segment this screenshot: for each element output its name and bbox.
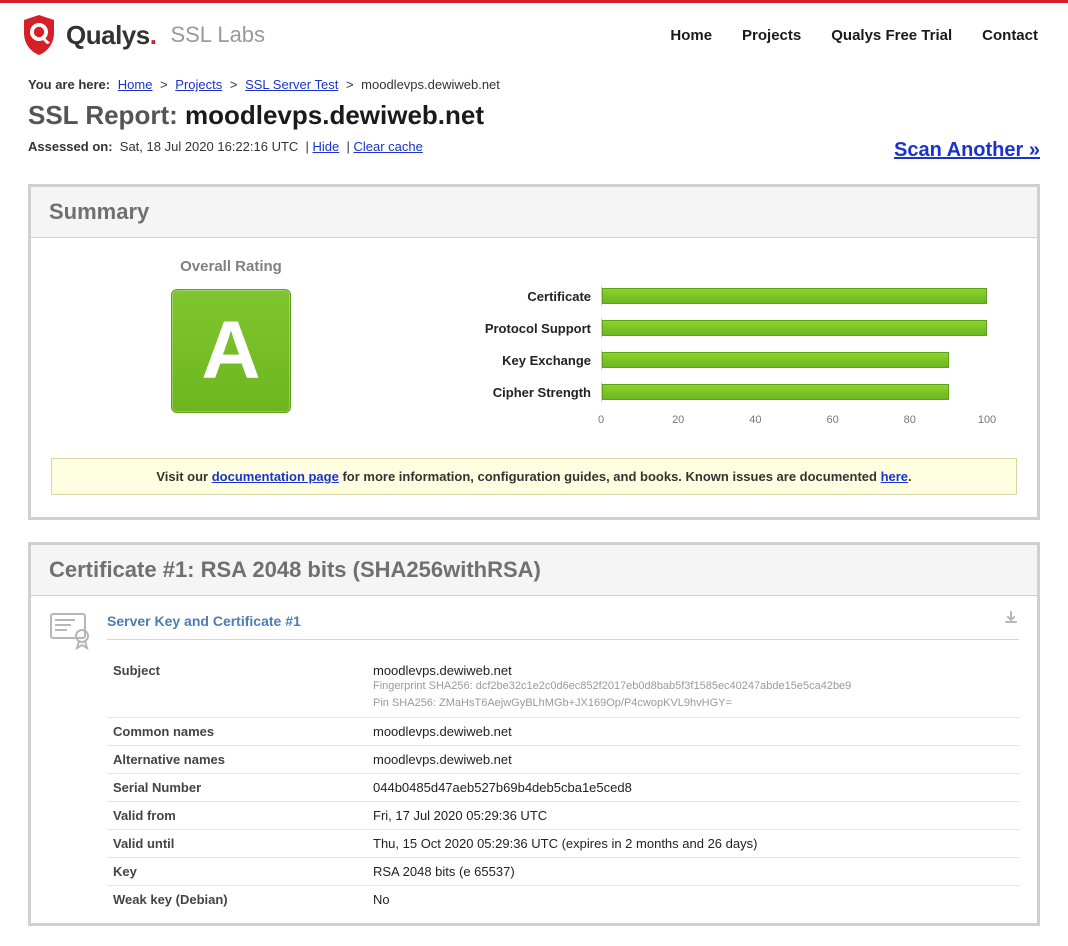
hide-link[interactable]: Hide: [313, 139, 340, 154]
subject-label: Subject: [107, 657, 367, 718]
brand-qualys: Qualys.: [66, 20, 156, 51]
alt-names-label: Alternative names: [107, 746, 367, 774]
nav-projects[interactable]: Projects: [742, 27, 801, 44]
crumb-ssl-test[interactable]: SSL Server Test: [245, 77, 338, 92]
table-row: Serial Number 044b0485d47aeb527b69b4deb5…: [107, 774, 1019, 802]
common-names-value: moodlevps.dewiweb.net: [367, 718, 1019, 746]
score-bar-track: [601, 286, 987, 306]
certificate-panel: Certificate #1: RSA 2048 bits (SHA256wit…: [28, 542, 1040, 926]
score-bar-track: [601, 318, 987, 338]
table-row: Alternative names moodlevps.dewiweb.net: [107, 746, 1019, 774]
grade-badge: A: [171, 289, 291, 413]
assessed-info: Assessed on: Sat, 18 Jul 2020 16:22:16 U…: [28, 139, 423, 154]
score-bar-label: Key Exchange: [441, 353, 601, 368]
serial-label: Serial Number: [107, 774, 367, 802]
valid-until-value: Thu, 15 Oct 2020 05:29:36 UTC (expires i…: [367, 830, 1019, 858]
score-bar-track: [601, 382, 987, 402]
axis-tick: 100: [978, 414, 996, 426]
score-bar-track: [601, 350, 987, 370]
overall-rating: Overall Rating A: [51, 258, 411, 413]
subject-pin: Pin SHA256: ZMaHsT6AejwGyBLhMGb+JX169Op/…: [373, 695, 1013, 712]
key-label: Key: [107, 858, 367, 886]
info-banner: Visit our documentation page for more in…: [51, 458, 1017, 495]
clear-cache-link[interactable]: Clear cache: [353, 139, 422, 154]
doc-page-link[interactable]: documentation page: [212, 469, 339, 484]
qualys-shield-icon: [20, 13, 58, 57]
assessed-label: Assessed on:: [28, 139, 113, 154]
crumb-current: moodlevps.dewiweb.net: [361, 77, 500, 92]
nav-trial[interactable]: Qualys Free Trial: [831, 27, 952, 44]
axis-tick: 60: [826, 414, 838, 426]
logo-area[interactable]: Qualys. SSL Labs: [20, 13, 265, 57]
brand-ssllabs: SSL Labs: [170, 22, 265, 48]
breadcrumb: You are here: Home > Projects > SSL Serv…: [28, 77, 1040, 92]
key-value: RSA 2048 bits (e 65537): [367, 858, 1019, 886]
weak-key-value: No: [367, 886, 1019, 914]
score-bars: Certificate Protocol Support Key Exchange C…: [441, 258, 1017, 432]
scan-another-link[interactable]: Scan Another »: [894, 139, 1040, 162]
summary-header: Summary: [31, 187, 1037, 238]
common-names-label: Common names: [107, 718, 367, 746]
nav-contact[interactable]: Contact: [982, 27, 1038, 44]
nav-home[interactable]: Home: [670, 27, 712, 44]
axis-tick: 20: [672, 414, 684, 426]
alt-names-value: moodlevps.dewiweb.net: [367, 746, 1019, 774]
table-row: Valid until Thu, 15 Oct 2020 05:29:36 UT…: [107, 830, 1019, 858]
weak-key-label: Weak key (Debian): [107, 886, 367, 914]
report-host: moodlevps.dewiweb.net: [185, 100, 484, 130]
breadcrumb-label: You are here:: [28, 77, 110, 92]
score-bar-fill: [602, 320, 987, 336]
crumb-projects[interactable]: Projects: [175, 77, 222, 92]
valid-until-label: Valid until: [107, 830, 367, 858]
score-bar-row: Cipher Strength: [441, 382, 987, 402]
visit-pre: Visit our: [156, 469, 211, 484]
valid-from-value: Fri, 17 Jul 2020 05:29:36 UTC: [367, 802, 1019, 830]
axis-tick: 40: [749, 414, 761, 426]
certificate-header: Certificate #1: RSA 2048 bits (SHA256wit…: [31, 545, 1037, 596]
report-prefix: SSL Report:: [28, 100, 185, 130]
subject-fingerprint: Fingerprint SHA256: dcf2be32c1e2c0d6ec85…: [373, 678, 1013, 695]
axis-tick: 0: [598, 414, 604, 426]
summary-panel: Summary Overall Rating A Certificate Prot…: [28, 184, 1040, 520]
crumb-home[interactable]: Home: [118, 77, 153, 92]
chart-axis: 020406080100: [601, 414, 987, 432]
score-bar-row: Key Exchange: [441, 350, 987, 370]
table-row: Common names moodlevps.dewiweb.net: [107, 718, 1019, 746]
top-nav: Home Projects Qualys Free Trial Contact: [670, 27, 1038, 44]
valid-from-label: Valid from: [107, 802, 367, 830]
score-bar-label: Cipher Strength: [441, 385, 601, 400]
certificate-table: Subject moodlevps.dewiweb.net Fingerprin…: [107, 657, 1019, 913]
visit-end: .: [908, 469, 912, 484]
score-bar-label: Certificate: [441, 289, 601, 304]
table-row: Valid from Fri, 17 Jul 2020 05:29:36 UTC: [107, 802, 1019, 830]
serial-value: 044b0485d47aeb527b69b4deb5cba1e5ced8: [367, 774, 1019, 802]
table-row: Key RSA 2048 bits (e 65537): [107, 858, 1019, 886]
score-bar-row: Protocol Support: [441, 318, 987, 338]
grade-letter: A: [201, 310, 260, 392]
page-title: SSL Report: moodlevps.dewiweb.net: [28, 100, 1040, 131]
visit-mid: for more information, configuration guid…: [339, 469, 881, 484]
overall-rating-label: Overall Rating: [51, 258, 411, 275]
table-row: Weak key (Debian) No: [107, 886, 1019, 914]
score-bar-row: Certificate: [441, 286, 987, 306]
assessed-time: Sat, 18 Jul 2020 16:22:16 UTC: [120, 139, 299, 154]
score-bar-fill: [602, 384, 949, 400]
score-bar-fill: [602, 352, 949, 368]
score-bar-label: Protocol Support: [441, 321, 601, 336]
axis-tick: 80: [904, 414, 916, 426]
here-link[interactable]: here: [881, 469, 908, 484]
top-bar: Qualys. SSL Labs Home Projects Qualys Fr…: [0, 3, 1068, 77]
subject-value: moodlevps.dewiweb.net: [373, 663, 1013, 678]
download-icon[interactable]: [1003, 610, 1019, 631]
score-bar-fill: [602, 288, 987, 304]
server-key-title: Server Key and Certificate #1: [107, 613, 301, 629]
table-row: Subject moodlevps.dewiweb.net Fingerprin…: [107, 657, 1019, 718]
certificate-icon: [49, 610, 93, 655]
